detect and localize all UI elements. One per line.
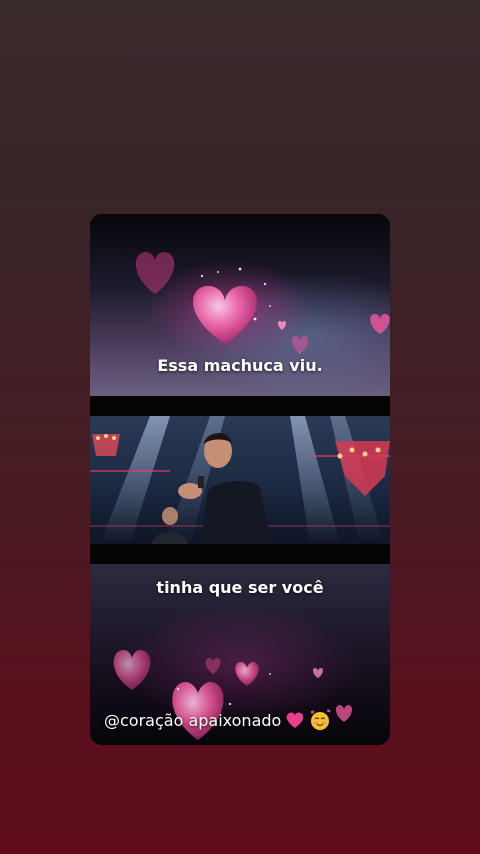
top-hearts-panel: Essa machuca viu. <box>90 214 390 396</box>
mention-sticker[interactable]: @coração apaixonado <box>104 709 331 731</box>
video-frame[interactable] <box>90 416 390 544</box>
letterbox-top <box>90 396 390 416</box>
small-heart-icon <box>370 314 390 334</box>
heart-icon-right <box>335 705 353 722</box>
chandelier-left <box>92 434 120 456</box>
heart-icon-small-right <box>313 668 323 678</box>
small-heart-icon-2 <box>291 336 309 354</box>
red-heart-icon <box>286 712 304 728</box>
stage-scene <box>90 416 390 544</box>
heart-icon-mid <box>235 662 259 686</box>
letterbox-bottom <box>90 544 390 564</box>
mention-text: @coração apaixonado <box>104 710 282 730</box>
chandelier-right <box>335 441 390 496</box>
story-card[interactable]: Essa machuca viu. tinha que ser você @co… <box>90 214 390 745</box>
big-heart-icon <box>193 285 257 344</box>
tiny-heart-icon <box>277 321 287 330</box>
heart-icon-upper <box>205 658 221 674</box>
faded-heart-icon <box>135 252 175 294</box>
smiling-face-with-hearts-icon <box>311 709 331 730</box>
heart-icon-left <box>113 650 151 690</box>
caption-top: Essa machuca viu. <box>157 356 323 375</box>
